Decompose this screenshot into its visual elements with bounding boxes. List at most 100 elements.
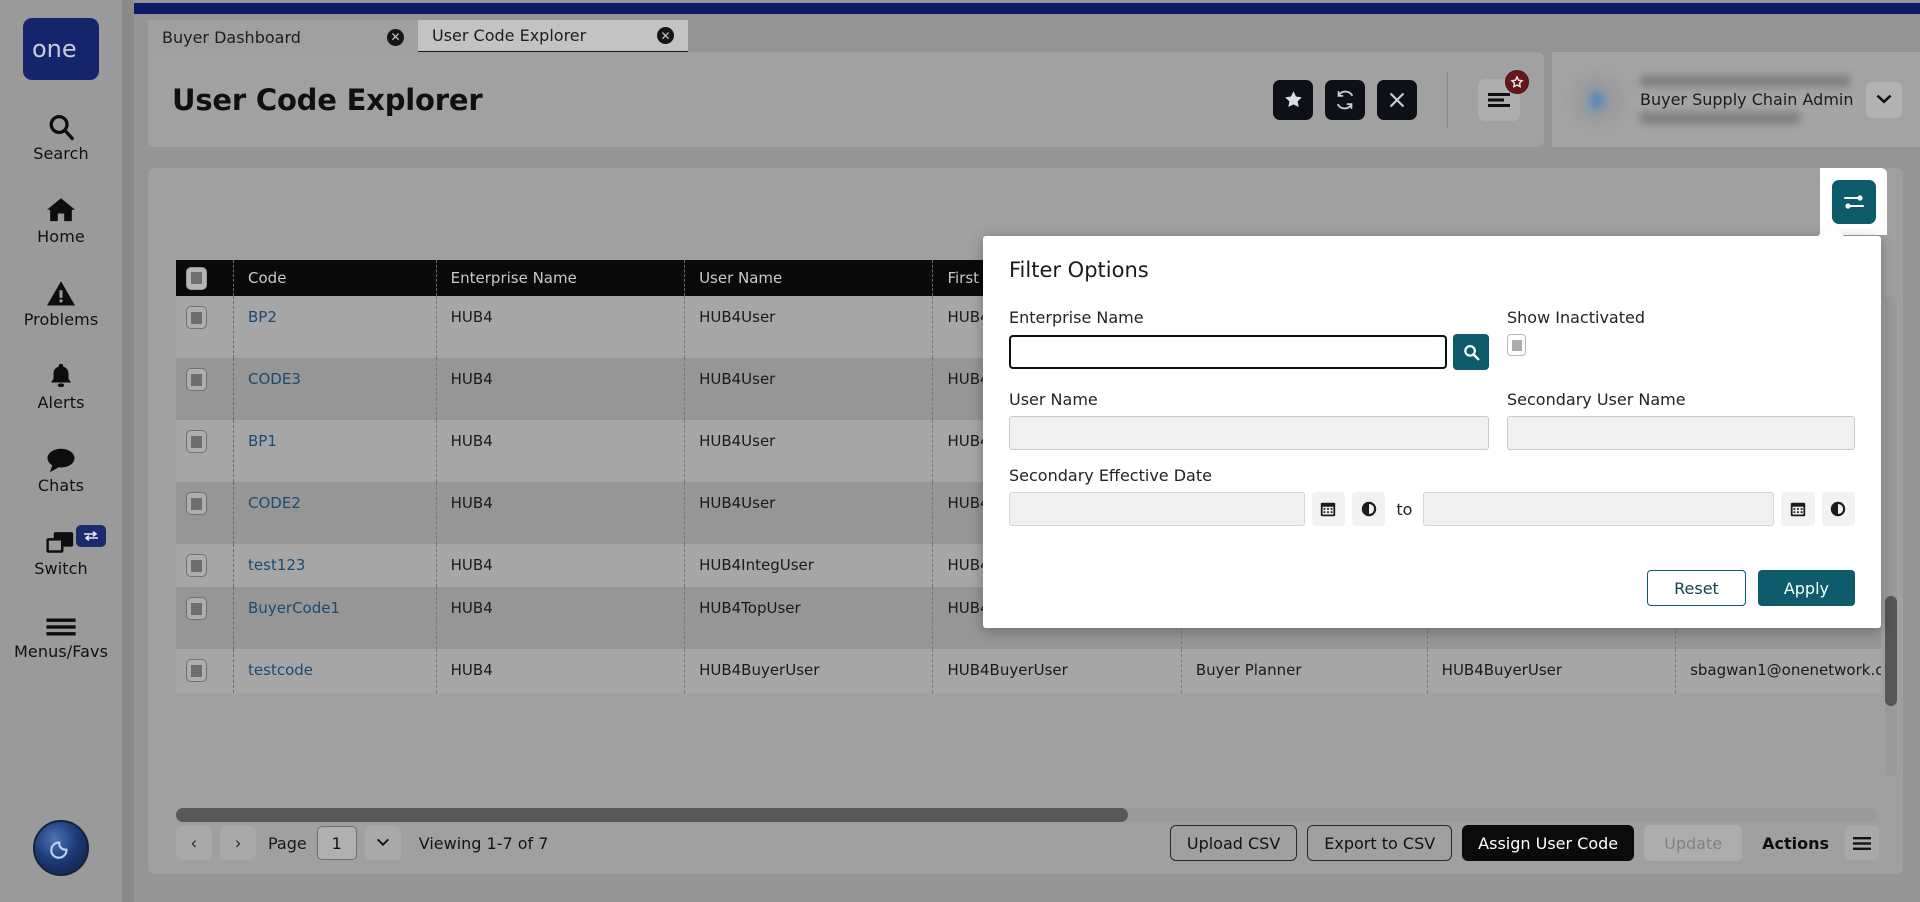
avatar: 👤 (1568, 71, 1626, 129)
table-vertical-scrollbar[interactable] (1885, 296, 1897, 776)
cell-username: HUB4User (685, 482, 933, 544)
apply-button[interactable]: Apply (1758, 570, 1855, 606)
row-checkbox[interactable] (186, 368, 207, 391)
show-inactivated-checkbox[interactable] (1507, 334, 1526, 356)
date-from-input[interactable] (1009, 492, 1305, 526)
sidebar-item-alerts[interactable]: Alerts (0, 355, 122, 412)
chevron-down-icon (376, 838, 390, 848)
date-to-input[interactable] (1423, 492, 1774, 526)
row-select-cell[interactable] (176, 296, 234, 358)
column-header-code[interactable]: Code (234, 260, 437, 296)
one-network-logo[interactable]: one (23, 18, 99, 80)
show-inactivated-field-group: Show Inactivated (1507, 292, 1855, 370)
row-select-cell[interactable] (176, 544, 234, 587)
row-checkbox[interactable] (186, 554, 207, 577)
tab-user-code-explorer[interactable]: User Code Explorer ✕ (418, 20, 688, 54)
assign-user-code-button[interactable]: Assign User Code (1462, 825, 1634, 861)
sidebar-item-chats[interactable]: Chats (0, 438, 122, 495)
cell-code[interactable]: BuyerCode1 (234, 587, 437, 649)
export-to-csv-button[interactable]: Export to CSV (1307, 825, 1452, 861)
column-header-user-name[interactable]: User Name (685, 260, 933, 296)
rail-divider (122, 0, 134, 902)
cell-code[interactable]: test123 (234, 544, 437, 587)
cell-username: HUB4TopUser (685, 587, 933, 649)
sidebar-label-alerts: Alerts (37, 393, 84, 412)
sidebar-item-problems[interactable]: Problems (0, 272, 122, 329)
reset-button[interactable]: Reset (1647, 570, 1746, 606)
tab-buyer-dashboard[interactable]: Buyer Dashboard ✕ (148, 20, 418, 54)
header-actions (1273, 72, 1544, 128)
hamburger-icon (1487, 91, 1511, 109)
date-to-time-button[interactable] (1822, 492, 1855, 526)
row-checkbox[interactable] (186, 659, 207, 682)
cell-username: HUB4User (685, 358, 933, 420)
row-checkbox[interactable] (186, 492, 207, 515)
user-meta: Buyer Supply Chain Admin (1640, 75, 1853, 124)
cell-code[interactable]: CODE2 (234, 482, 437, 544)
switch-toggle-badge[interactable] (76, 525, 106, 547)
favorite-button[interactable] (1273, 80, 1313, 120)
refresh-button[interactable] (1325, 80, 1365, 120)
row-select-cell[interactable] (176, 420, 234, 482)
sidebar-item-search[interactable]: Search (0, 106, 122, 163)
bell-icon (46, 355, 76, 391)
row-checkbox[interactable] (186, 597, 207, 620)
sidebar-label-problems: Problems (24, 310, 99, 329)
clock-icon (1360, 500, 1378, 518)
row-select-cell[interactable] (176, 358, 234, 420)
cell-code[interactable]: BP1 (234, 420, 437, 482)
sidebar-item-home[interactable]: Home (0, 189, 122, 246)
enterprise-name-input[interactable] (1009, 335, 1447, 369)
calendar-icon (1789, 500, 1807, 518)
row-checkbox[interactable] (186, 306, 207, 329)
dialog-footer: Reset Apply (1647, 570, 1855, 606)
sidebar-label-switch: Switch (34, 559, 88, 578)
date-range-to-label: to (1396, 500, 1412, 519)
date-from-calendar-button[interactable] (1312, 492, 1345, 526)
actions-menu-button[interactable] (1845, 826, 1879, 860)
search-icon (1462, 343, 1481, 362)
date-to-calendar-button[interactable] (1781, 492, 1814, 526)
sidebar-item-menus-favs[interactable]: Menus/Favs (0, 604, 122, 661)
enterprise-name-row (1009, 334, 1489, 370)
previous-page-button[interactable]: ‹ (176, 826, 212, 860)
cell-code[interactable]: CODE3 (234, 358, 437, 420)
close-icon[interactable]: ✕ (657, 27, 674, 44)
select-all-header[interactable] (176, 260, 234, 296)
page-number-input[interactable] (317, 826, 357, 860)
user-name-field-group: User Name (1009, 374, 1489, 450)
cell-username: HUB4User (685, 296, 933, 358)
table-row[interactable]: testcode HUB4 HUB4BuyerUser HUB4BuyerUse… (176, 649, 1881, 692)
filter-options-toggle-button[interactable] (1832, 180, 1876, 224)
enterprise-search-button[interactable] (1453, 334, 1489, 370)
row-select-cell[interactable] (176, 482, 234, 544)
cell-enterprise: HUB4 (436, 420, 684, 482)
hamburger-icon (44, 604, 78, 640)
row-select-cell[interactable] (176, 587, 234, 649)
user-menu-dropdown[interactable] (1866, 82, 1902, 118)
clock-icon (1829, 500, 1847, 518)
upload-csv-button[interactable]: Upload CSV (1170, 825, 1297, 861)
row-checkbox[interactable] (186, 430, 207, 453)
cell-code[interactable]: testcode (234, 649, 437, 692)
select-all-checkbox[interactable] (186, 267, 207, 290)
page-size-dropdown[interactable] (365, 826, 401, 860)
close-button[interactable] (1377, 80, 1417, 120)
page-title: User Code Explorer (172, 83, 482, 117)
vertical-scroll-thumb[interactable] (1885, 596, 1897, 706)
cell-enterprise: HUB4 (436, 358, 684, 420)
warning-triangle-icon (45, 272, 77, 308)
app-root: one Search Home (0, 0, 1920, 902)
row-select-cell[interactable] (176, 649, 234, 692)
date-from-time-button[interactable] (1352, 492, 1385, 526)
close-icon[interactable]: ✕ (387, 29, 404, 46)
secondary-effective-date-label: Secondary Effective Date (1009, 466, 1855, 485)
user-name-input[interactable] (1009, 416, 1489, 450)
next-page-button[interactable]: › (220, 826, 256, 860)
menu-button[interactable] (1478, 79, 1520, 121)
cell-code[interactable]: BP2 (234, 296, 437, 358)
support-orb-button[interactable] (33, 820, 89, 876)
column-header-enterprise-name[interactable]: Enterprise Name (436, 260, 684, 296)
secondary-user-name-input[interactable] (1507, 416, 1855, 450)
sidebar-item-switch[interactable]: Switch (0, 521, 122, 578)
